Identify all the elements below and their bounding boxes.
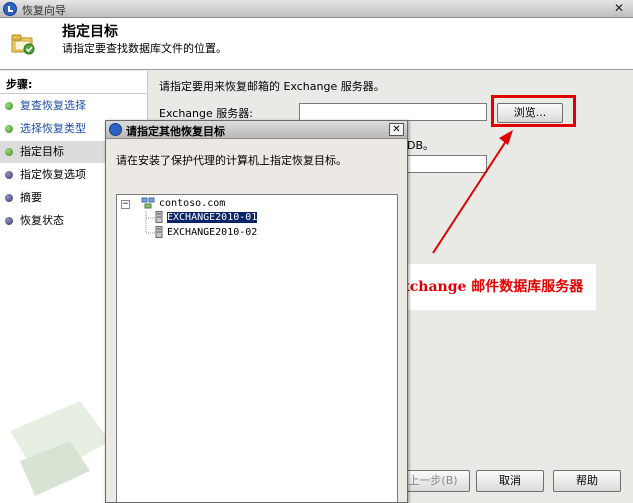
steps-label: 步骤: (6, 78, 33, 91)
page-subtitle: 请指定要查找数据库文件的位置。 (62, 42, 227, 55)
step-pending-icon (5, 217, 13, 225)
domain-network-icon (141, 197, 155, 209)
window-titlebar: 恢复向导 ✕ (0, 0, 633, 18)
browse-highlight-box (491, 95, 576, 127)
close-icon[interactable]: ✕ (610, 1, 628, 16)
folder-wizard-icon (11, 34, 35, 55)
dialog-app-icon (109, 123, 122, 136)
sidebar-item-label: 恢复状态 (20, 214, 64, 227)
dialog-titlebar: 请指定其他恢复目标 ✕ (106, 121, 407, 139)
sidebar-item-label: 指定目标 (20, 145, 64, 158)
sidebar-item-label: 摘要 (20, 191, 42, 204)
database-input[interactable] (407, 155, 487, 173)
wizard-header: 指定目标 请指定要查找数据库文件的位置。 (0, 18, 633, 70)
sidebar-item-review-selection[interactable]: 复查恢复选择 (0, 95, 147, 117)
sidebar-item-label: 指定恢复选项 (20, 168, 86, 181)
window-title: 恢复向导 (22, 4, 66, 17)
server-label: Exchange 服务器: (159, 107, 253, 120)
cancel-button[interactable]: 取消 (476, 470, 544, 492)
database-hint: DB。 (407, 139, 435, 152)
step-pending-icon (5, 171, 13, 179)
dialog-close-icon[interactable]: ✕ (389, 123, 404, 136)
sidebar-item-label: 选择恢复类型 (20, 122, 86, 135)
tree-collapse-icon[interactable]: − (121, 200, 130, 209)
help-button[interactable]: 帮助 (553, 470, 621, 492)
dialog-title: 请指定其他恢复目标 (126, 125, 225, 138)
specify-target-dialog: 请指定其他恢复目标 ✕ 请在安装了保护代理的计算机上指定恢复目标。 − cont… (105, 120, 408, 503)
page-title: 指定目标 (62, 24, 118, 40)
server-icon (155, 211, 163, 223)
server-prompt: 请指定要用来恢复邮箱的 Exchange 服务器。 (159, 80, 385, 93)
sidebar-item-label: 复查恢复选择 (20, 99, 86, 112)
exchange-server-input[interactable] (299, 103, 487, 121)
server-icon (155, 226, 163, 238)
step-complete-icon (5, 102, 13, 110)
steps-divider (0, 93, 147, 94)
tree-node-server[interactable]: EXCHANGE2010-02 (155, 226, 257, 240)
dialog-description: 请在安装了保护代理的计算机上指定恢复目标。 (116, 154, 347, 167)
tree-node-label: contoso.com (159, 198, 226, 209)
step-pending-icon (5, 194, 13, 202)
recovery-wizard-icon (3, 2, 17, 16)
server-tree[interactable]: − contoso.com EXCHANGE2010-01 EXCHANGE20… (116, 194, 398, 502)
step-current-icon (5, 148, 13, 156)
step-complete-icon (5, 125, 13, 133)
tree-node-root[interactable]: − contoso.com (117, 197, 225, 211)
tree-node-label: EXCHANGE2010-02 (167, 227, 258, 238)
tree-node-server[interactable]: EXCHANGE2010-01 (155, 211, 259, 225)
tree-node-label: EXCHANGE2010-01 (165, 211, 259, 224)
